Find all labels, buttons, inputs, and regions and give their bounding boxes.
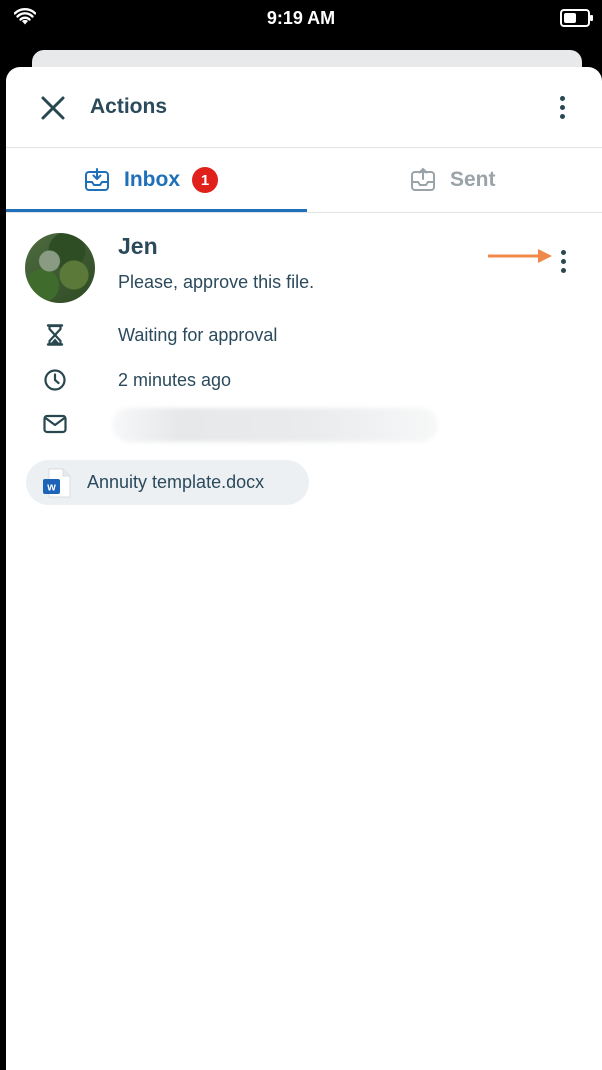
approval-status: Waiting for approval — [118, 324, 278, 345]
status-bar: 9:19 AM — [0, 0, 602, 52]
item-more-options-button[interactable] — [553, 243, 573, 279]
tab-inbox-label: Inbox — [124, 168, 180, 191]
tabs-divider — [6, 212, 602, 213]
tab-sent-label: Sent — [450, 168, 496, 191]
more-options-button[interactable] — [552, 89, 572, 125]
email-row — [42, 409, 68, 439]
svg-text:w: w — [46, 482, 56, 494]
unread-count-badge: 1 — [192, 167, 218, 193]
page-title: Actions — [90, 95, 168, 118]
battery-icon — [560, 9, 593, 27]
status-time: 9:19 AM — [266, 8, 336, 28]
tab-bar: Inbox 1 Sent — [6, 148, 602, 212]
attachment-name: Annuity template.docx — [87, 472, 265, 492]
time-ago: 2 minutes ago — [118, 369, 232, 390]
mail-icon — [43, 414, 67, 434]
sheet-header: Actions — [6, 67, 602, 147]
tab-inbox[interactable]: Inbox 1 — [84, 148, 218, 212]
time-row: 2 minutes ago — [42, 365, 231, 395]
status-row: Waiting for approval — [42, 320, 277, 350]
inbox-tray-icon — [85, 168, 109, 191]
more-vertical-icon — [559, 95, 565, 101]
actions-sheet: Actions Inbox 1 Sent Jen Please, approve… — [6, 67, 602, 1070]
arrow-annotation — [488, 249, 552, 263]
close-button[interactable] — [34, 89, 72, 127]
more-vertical-icon — [560, 249, 566, 255]
action-message: Please, approve this file. — [118, 272, 315, 292]
word-document-icon: w — [43, 468, 71, 498]
outbox-tray-icon — [411, 167, 435, 191]
close-icon — [41, 96, 65, 120]
redacted-email — [112, 408, 438, 442]
tab-sent[interactable]: Sent — [410, 148, 496, 212]
attachment-chip[interactable]: w Annuity template.docx — [26, 460, 309, 505]
hourglass-icon — [46, 324, 64, 346]
avatar[interactable] — [25, 233, 95, 303]
clock-icon — [44, 369, 66, 391]
sender-name: Jen — [118, 233, 158, 259]
